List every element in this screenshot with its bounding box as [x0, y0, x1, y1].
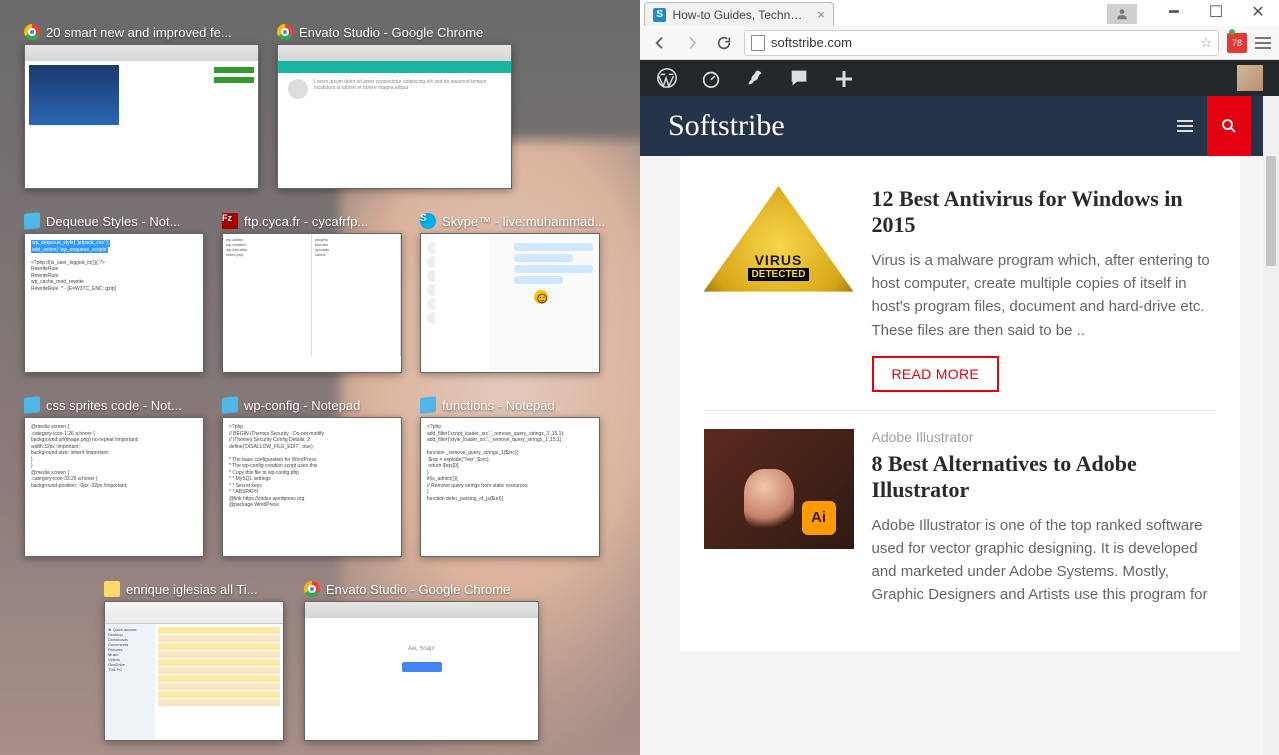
- task-thumbnail[interactable]: <?php// BEGIN iThemes Security - Do not …: [222, 417, 402, 557]
- skype-icon: S: [420, 213, 436, 229]
- page-icon: [751, 35, 765, 51]
- chrome-icon: [277, 24, 293, 40]
- article-thumbnail[interactable]: [704, 429, 854, 549]
- back-button[interactable]: [648, 31, 672, 55]
- article-title[interactable]: 8 Best Alternatives to Adobe Illustrator: [872, 451, 1216, 504]
- close-button[interactable]: ✕: [1237, 0, 1279, 24]
- task-thumbnail[interactable]: ☺: [420, 233, 600, 373]
- window-controls: ━ ☐ ✕: [1153, 0, 1279, 24]
- task-thumbnail[interactable]: [24, 44, 259, 189]
- folder-icon: [104, 581, 120, 597]
- task-item[interactable]: Fz ftp.cyca.fr - cycafrfp... wp-adminwp-…: [222, 213, 402, 373]
- task-item[interactable]: css sprites code - Not... @media screen …: [24, 397, 204, 557]
- task-title: css sprites code - Not...: [46, 398, 182, 413]
- task-item[interactable]: S Skype™ - live:muhammad... ☺: [420, 213, 605, 373]
- wordpress-admin-bar: [640, 60, 1279, 96]
- browser-toolbar: softstribe.com ☆ 78: [640, 26, 1279, 60]
- filezilla-icon: Fz: [222, 213, 238, 229]
- favicon-icon: S: [653, 8, 666, 22]
- wordpress-icon[interactable]: [656, 67, 678, 89]
- article-card: VIRUS DETECTED 12 Best Antivirus for Win…: [704, 168, 1216, 411]
- task-row: Dequeue Styles - Not... wp_dequeue_style…: [24, 213, 640, 373]
- task-row: 20 smart new and improved fe... Envato S…: [24, 24, 640, 189]
- article-list: VIRUS DETECTED 12 Best Antivirus for Win…: [680, 156, 1240, 651]
- article-card: Adobe Illustrator 8 Best Alternatives to…: [704, 411, 1216, 639]
- vertical-scrollbar[interactable]: [1263, 96, 1279, 755]
- task-title: Dequeue Styles - Not...: [46, 214, 180, 229]
- maximize-button[interactable]: ☐: [1195, 0, 1237, 24]
- chrome-user-button[interactable]: [1107, 4, 1137, 24]
- task-title: 20 smart new and improved fe...: [46, 25, 232, 40]
- chrome-icon: [24, 24, 40, 40]
- url-text: softstribe.com: [771, 35, 852, 50]
- bookmark-star-icon[interactable]: ☆: [1200, 35, 1212, 51]
- minimize-button[interactable]: ━: [1153, 0, 1195, 24]
- search-button[interactable]: [1207, 96, 1251, 156]
- task-item[interactable]: functions - Notepad <?phpadd_filter('scr…: [420, 397, 600, 557]
- chrome-icon: [304, 581, 320, 597]
- article-excerpt: Virus is a malware program which, after …: [872, 249, 1216, 342]
- task-item[interactable]: 20 smart new and improved fe...: [24, 24, 259, 189]
- browser-tab[interactable]: S How-to Guides, Technolog ×: [644, 2, 834, 26]
- article-thumbnail[interactable]: VIRUS DETECTED: [704, 186, 854, 306]
- notepad-icon: [24, 212, 40, 230]
- comments-icon[interactable]: [788, 67, 810, 89]
- task-item[interactable]: wp-config - Notepad <?php// BEGIN iTheme…: [222, 397, 402, 557]
- site-header: Softstribe: [640, 96, 1279, 156]
- dashboard-icon[interactable]: [700, 67, 722, 89]
- article-excerpt: Adobe Illustrator is one of the top rank…: [872, 514, 1216, 607]
- address-bar[interactable]: softstribe.com ☆: [744, 30, 1219, 56]
- task-thumbnail[interactable]: Aw, Snap!: [304, 601, 539, 741]
- extension-badge[interactable]: 78: [1227, 33, 1247, 53]
- reload-button[interactable]: [712, 31, 736, 55]
- task-row: enrique iglesias all Ti... ★ Quick acces…: [24, 581, 640, 741]
- task-title: Skype™ - live:muhammad...: [442, 214, 605, 229]
- task-title: functions - Notepad: [442, 398, 555, 413]
- task-thumbnail[interactable]: ★ Quick accessDesktopDownloadsDocumentsP…: [104, 601, 284, 741]
- notepad-icon: [222, 396, 238, 414]
- task-thumbnail[interactable]: <?phpadd_filter('script_loader_src','_re…: [420, 417, 600, 557]
- task-item[interactable]: Envato Studio - Google Chrome Aw, Snap!: [304, 581, 539, 741]
- task-thumbnail[interactable]: Lorem ipsum dolor sit amet consectetur a…: [277, 44, 512, 189]
- task-title: wp-config - Notepad: [244, 398, 360, 413]
- add-new-icon[interactable]: [832, 67, 854, 89]
- task-item[interactable]: Envato Studio - Google Chrome Lorem ipsu…: [277, 24, 512, 189]
- task-title: Envato Studio - Google Chrome: [299, 25, 483, 40]
- notepad-icon: [24, 396, 40, 414]
- article-category[interactable]: Adobe Illustrator: [872, 429, 1216, 445]
- task-thumbnail[interactable]: @media screen {.category-icon-1.26 a:hov…: [24, 417, 204, 557]
- page-content: Softstribe VIRUS DETECTED 12 Best Antivi…: [640, 96, 1279, 755]
- forward-button[interactable]: [680, 31, 704, 55]
- task-row: css sprites code - Not... @media screen …: [24, 397, 640, 557]
- user-avatar[interactable]: [1237, 65, 1263, 91]
- mobile-menu-button[interactable]: [1163, 104, 1207, 148]
- task-item[interactable]: Dequeue Styles - Not... wp_dequeue_style…: [24, 213, 204, 373]
- task-thumbnail[interactable]: wp_dequeue_style( 'jetpack_css' ); add_a…: [24, 233, 204, 373]
- task-thumbnail[interactable]: wp-adminwp-contentwp-includesindex.php p…: [222, 233, 402, 373]
- task-item[interactable]: enrique iglesias all Ti... ★ Quick acces…: [104, 581, 284, 741]
- tab-close-icon[interactable]: ×: [817, 7, 825, 22]
- task-title: ftp.cyca.fr - cycafrfp...: [244, 214, 368, 229]
- task-title: Envato Studio - Google Chrome: [326, 582, 510, 597]
- task-view-overlay: 20 smart new and improved fe... Envato S…: [0, 0, 640, 755]
- read-more-button[interactable]: READ MORE: [872, 356, 1000, 392]
- notepad-icon: [420, 396, 436, 414]
- chrome-window: ━ ☐ ✕ S How-to Guides, Technolog × softs…: [640, 0, 1279, 755]
- scrollbar-thumb[interactable]: [1266, 156, 1276, 266]
- tab-title: How-to Guides, Technolog: [672, 8, 807, 22]
- chrome-menu-button[interactable]: [1255, 37, 1271, 49]
- article-title[interactable]: 12 Best Antivirus for Windows in 2015: [872, 186, 1216, 239]
- site-title[interactable]: Softstribe: [668, 109, 785, 143]
- customize-brush-icon[interactable]: [744, 67, 766, 89]
- task-title: enrique iglesias all Ti...: [126, 582, 258, 597]
